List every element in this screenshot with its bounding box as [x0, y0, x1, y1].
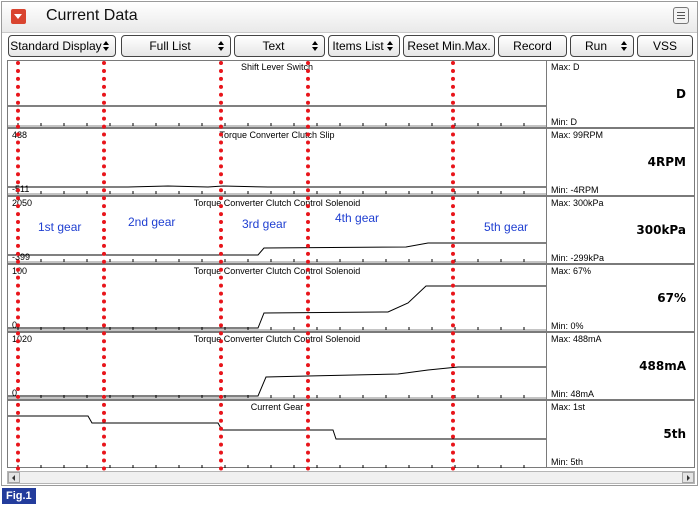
title-bar: Current Data [2, 2, 697, 33]
panel-min: Min: -299kPa [551, 253, 605, 263]
shift-marker-line [102, 61, 106, 471]
spinner-icon [387, 41, 394, 51]
panel-title: Shift Lever Switch [240, 62, 314, 72]
list-menu-icon[interactable] [673, 7, 689, 24]
shift-marker-line [16, 61, 20, 471]
graph-panel-tcc-solenoid-kpa[interactable]: Torque Converter Clutch Control Solenoid… [7, 196, 695, 264]
graph-plot: Torque Converter Clutch Control Solenoid… [8, 333, 547, 399]
panel-value: 5th [663, 427, 686, 441]
window-title: Current Data [46, 7, 138, 24]
standard-display-select[interactable]: Standard Display [8, 35, 116, 57]
run-label: Run [584, 39, 607, 53]
signal-line [8, 285, 546, 329]
spinner-icon [103, 41, 110, 51]
panel-min: Min: 0% [551, 321, 584, 331]
panel-title: Current Gear [250, 402, 304, 412]
shift-marker-line [306, 61, 310, 471]
graph-panel-tcc-slip[interactable]: Torque Converter Clutch Slip 488 -511 Ma… [7, 128, 695, 196]
spinner-icon [621, 41, 628, 51]
panel-max: Max: D [551, 62, 580, 72]
gear-label-3rd: 3rd gear [242, 217, 287, 231]
graph-plot: Torque Converter Clutch Slip 488 -511 [8, 129, 547, 195]
graph-area: Shift Lever Switch Max: D D Min: D Torqu… [7, 60, 695, 470]
run-select[interactable]: Run [570, 35, 634, 57]
panel-min: Min: D [551, 117, 578, 127]
axis-max-label: 1020 [12, 334, 33, 344]
full-list-label: Full List [149, 39, 191, 53]
gear-label-2nd: 2nd gear [128, 215, 176, 229]
figure-label: Fig.1 [2, 488, 36, 504]
axis-min-label: -511 [12, 184, 30, 194]
panel-max: Max: 1st [551, 402, 586, 412]
items-list-label: Items List [332, 39, 384, 53]
reset-label: Reset Min.Max. [407, 39, 491, 53]
vss-button[interactable]: VSS [637, 35, 693, 57]
graph-panel-tcc-solenoid-pct[interactable]: Torque Converter Clutch Control Solenoid… [7, 264, 695, 332]
signal-line [8, 185, 546, 188]
reset-min-max-button[interactable]: Reset Min.Max. [403, 35, 495, 57]
text-select[interactable]: Text [234, 35, 325, 57]
panel-value: D [676, 87, 686, 101]
standard-display-label: Standard Display [10, 39, 102, 53]
graph-panel-tcc-solenoid-ma[interactable]: Torque Converter Clutch Control Solenoid… [7, 332, 695, 400]
panel-title: Torque Converter Clutch Control Solenoid [193, 266, 361, 276]
graph-plot: Shift Lever Switch [8, 61, 547, 127]
panel-max: Max: 67% [551, 266, 592, 276]
panel-max: Max: 488mA [551, 334, 602, 344]
record-label: Record [513, 39, 552, 53]
text-label: Text [262, 39, 285, 53]
items-list-select[interactable]: Items List [328, 35, 400, 57]
vss-label: VSS [652, 39, 677, 53]
panel-min: Min: 5th [551, 457, 584, 467]
scroll-left-icon[interactable] [8, 472, 20, 483]
shift-marker-line [451, 61, 455, 471]
spinner-icon [312, 41, 319, 51]
panel-value: 300kPa [636, 223, 686, 237]
signal-line [8, 415, 546, 440]
panel-title: Torque Converter Clutch Control Solenoid [193, 198, 361, 208]
panel-title: Torque Converter Clutch Slip [219, 130, 335, 140]
gear-label-4th: 4th gear [335, 211, 380, 225]
panel-min: Min: -4RPM [551, 185, 599, 195]
signal-line [8, 242, 546, 256]
full-list-select[interactable]: Full List [121, 35, 231, 57]
spinner-icon [218, 41, 225, 51]
panel-title: Torque Converter Clutch Control Solenoid [193, 334, 361, 344]
panel-value: 4RPM [647, 155, 686, 169]
panel-max: Max: 99RPM [551, 130, 604, 140]
gear-label-1st: 1st gear [38, 220, 82, 234]
toolbar: Standard Display Full List Text Items Li… [2, 33, 697, 61]
panel-value: 488mA [639, 359, 686, 373]
collapse-icon[interactable] [11, 9, 26, 24]
axis-max-label: 2050 [12, 198, 33, 208]
gear-label-5th: 5th gear [484, 220, 529, 234]
panel-min: Min: 48mA [551, 389, 595, 399]
horizontal-scrollbar[interactable] [7, 471, 695, 484]
panel-value: 67% [657, 291, 686, 305]
graph-panel-current-gear[interactable]: Current Gear Max: 1st 5th Min: 5th [7, 400, 695, 468]
signal-line [8, 366, 546, 397]
graph-plot: Current Gear [8, 401, 547, 468]
graph-plot: Torque Converter Clutch Control Solenoid… [8, 265, 547, 331]
record-button[interactable]: Record [498, 35, 567, 57]
ticks [17, 465, 525, 468]
panel-max: Max: 300kPa [551, 198, 604, 208]
graph-panel-shift-lever[interactable]: Shift Lever Switch Max: D D Min: D [7, 60, 695, 128]
scroll-right-icon[interactable] [682, 472, 694, 483]
shift-marker-line [219, 61, 223, 471]
axis-min-label: -399 [12, 252, 31, 262]
